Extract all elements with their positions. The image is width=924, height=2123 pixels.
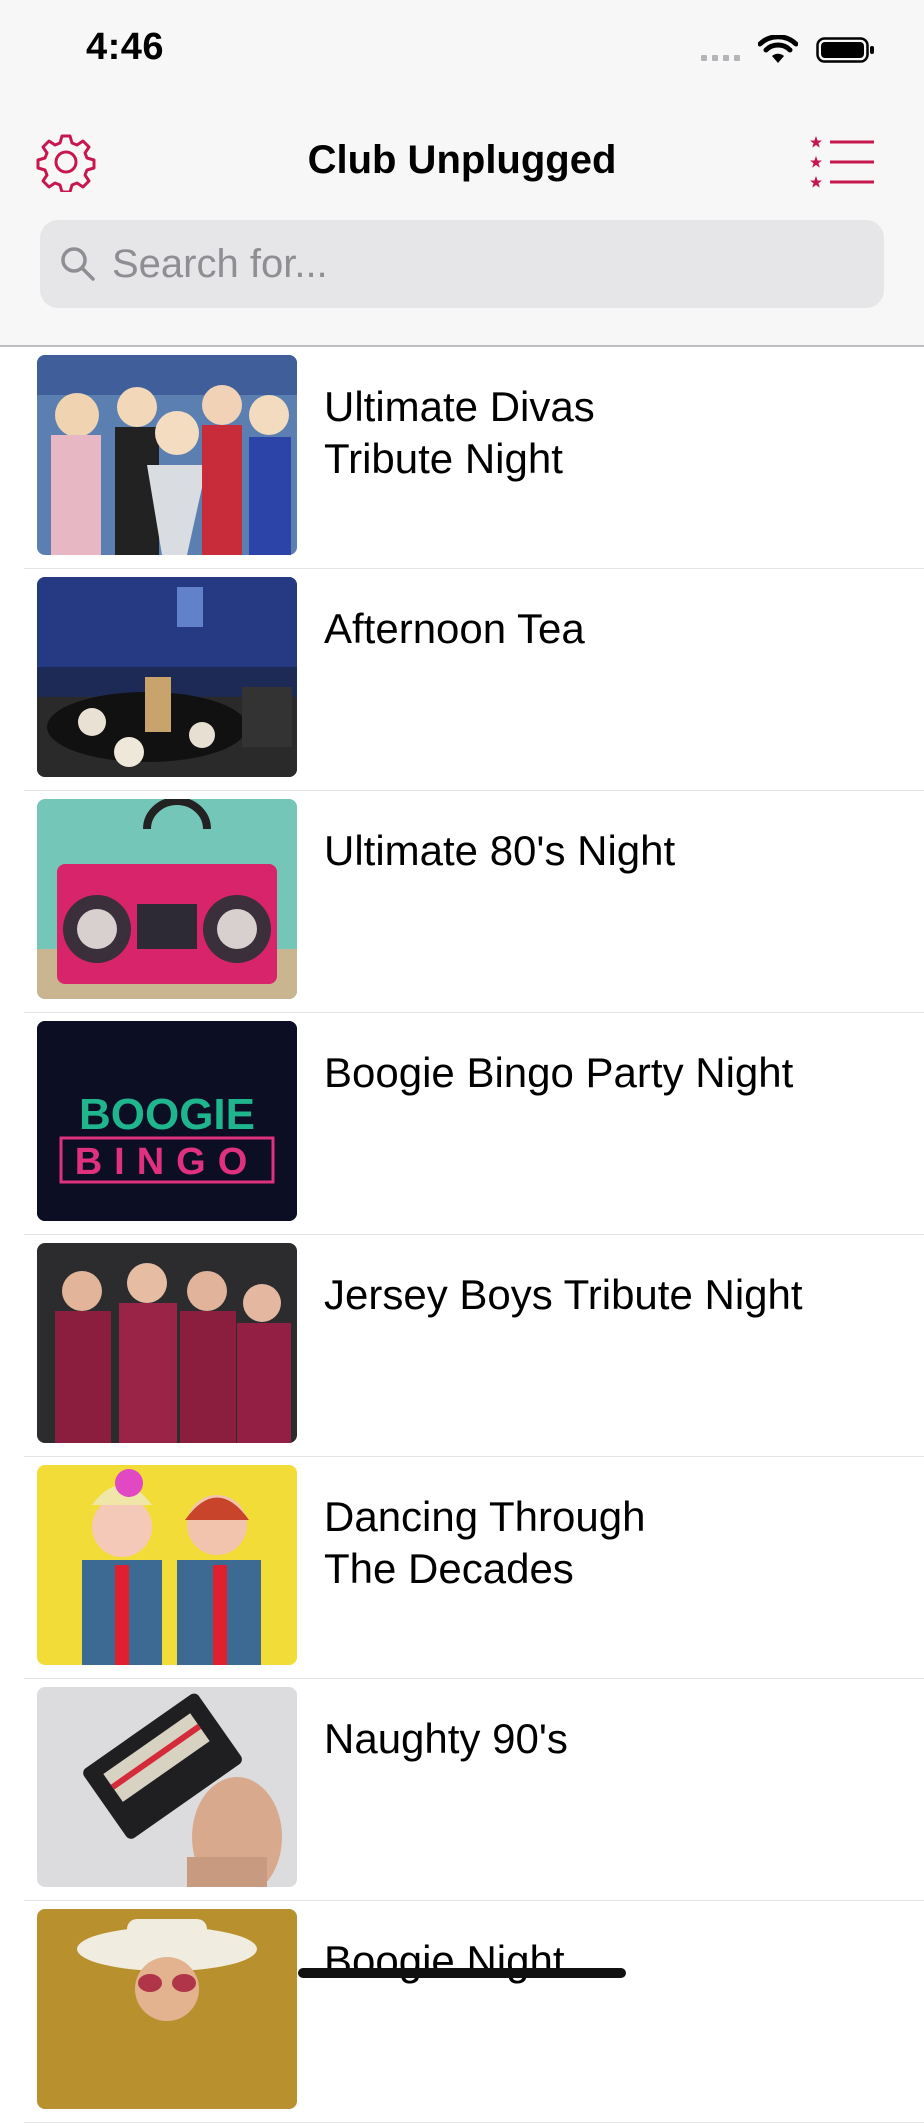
event-row[interactable]: Ultimate Divas Tribute Night (0, 347, 924, 569)
event-thumbnail (37, 1909, 297, 2109)
wifi-icon (758, 35, 798, 63)
event-title: Naughty 90's (324, 1715, 568, 1762)
cellular-signal-icon (701, 39, 740, 61)
event-thumbnail: BOOGIE BINGO (37, 1021, 297, 1221)
search-bar[interactable] (40, 220, 884, 308)
battery-icon (816, 37, 874, 63)
event-row[interactable]: Afternoon Tea (0, 569, 924, 791)
starred-list-icon (810, 136, 874, 188)
event-title: Ultimate Divas Tribute Night (324, 383, 595, 482)
navigation-header: 4:46 Club Unplugged (0, 0, 924, 347)
event-title: Jersey Boys Tribute Night (324, 1271, 803, 1318)
status-icons (701, 30, 876, 70)
search-icon (61, 247, 95, 281)
event-thumbnail (37, 1243, 297, 1443)
bingo-logo-line2: BINGO (75, 1141, 260, 1183)
boogie-logo-line1: BOOGIE (79, 1090, 255, 1139)
event-row[interactable]: BOOGIE BINGO Boogie Bingo Party Night (0, 1013, 924, 1235)
event-title: Boogie Night (324, 1937, 565, 1984)
event-row[interactable]: Jersey Boys Tribute Night (0, 1235, 924, 1457)
event-title: Ultimate 80's Night (324, 827, 676, 874)
event-thumbnail (37, 1687, 297, 1887)
event-thumbnail (37, 799, 297, 999)
event-row[interactable]: Naughty 90's (0, 1679, 924, 1901)
event-row[interactable]: Dancing Through The Decades (0, 1457, 924, 1679)
search-input[interactable] (110, 240, 874, 288)
favorites-list-button[interactable] (810, 134, 876, 190)
event-thumbnail (37, 355, 297, 555)
event-list: Ultimate Divas Tribute Night Afternoon T… (0, 347, 924, 2123)
event-row[interactable]: Boogie Night (0, 1901, 924, 2123)
status-time: 4:46 (86, 26, 165, 68)
event-title: Afternoon Tea (324, 605, 585, 652)
event-title: Boogie Bingo Party Night (324, 1049, 794, 1096)
home-indicator[interactable] (298, 1968, 626, 1978)
page-title: Club Unplugged (307, 138, 617, 182)
event-thumbnail (37, 1465, 297, 1665)
event-row[interactable]: Ultimate 80's Night (0, 791, 924, 1013)
event-title: Dancing Through The Decades (324, 1493, 646, 1592)
event-thumbnail (37, 577, 297, 777)
